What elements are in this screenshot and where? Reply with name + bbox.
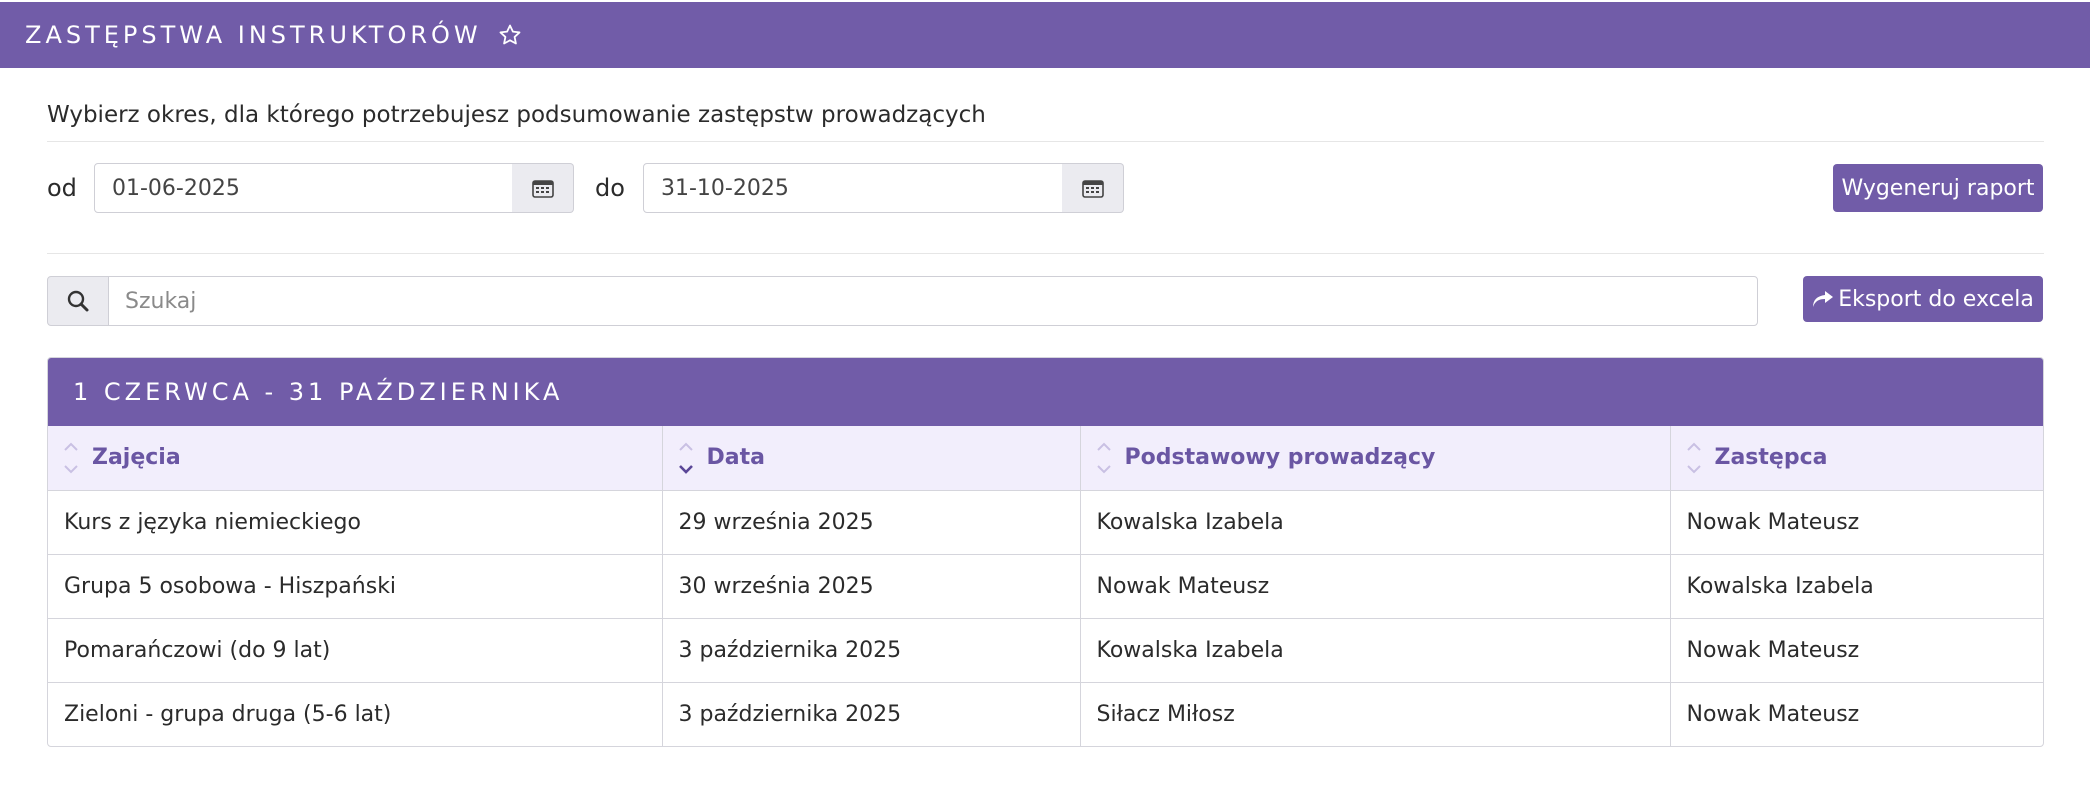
- cell-zastepca: Kowalska Izabela: [1670, 554, 2043, 619]
- cell-prowadzacy: Kowalska Izabela: [1080, 618, 1671, 683]
- sort-icon[interactable]: [60, 441, 82, 475]
- column-label: Zajęcia: [92, 445, 181, 471]
- column-header-zajecia[interactable]: Zajęcia: [48, 426, 663, 491]
- cell-data: 30 września 2025: [662, 554, 1081, 619]
- cell-zastepca: Nowak Mateusz: [1670, 618, 2043, 683]
- from-date-input[interactable]: 01-06-2025: [94, 163, 513, 213]
- cell-zajecia: Zieloni - grupa druga (5-6 lat): [48, 682, 663, 746]
- report-table: Zajęcia Data Podstawowy prowadzący Zastę…: [48, 426, 2043, 746]
- cell-data: 3 października 2025: [662, 682, 1081, 746]
- calendar-icon[interactable]: [512, 163, 574, 213]
- table-row: Kurs z języka niemieckiego 29 września 2…: [48, 490, 2043, 555]
- cell-zajecia: Grupa 5 osobowa - Hiszpański: [48, 554, 663, 619]
- column-header-data[interactable]: Data: [662, 426, 1081, 491]
- export-label: Eksport do excela: [1838, 286, 2034, 312]
- cell-zastepca: Nowak Mateusz: [1686, 701, 1860, 727]
- to-date-input[interactable]: 31-10-2025: [643, 163, 1063, 213]
- cell-prowadzacy: Siłacz Miłosz: [1080, 682, 1671, 746]
- generate-report-button[interactable]: Wygeneruj raport: [1833, 164, 2043, 212]
- sort-icon[interactable]: [1683, 441, 1705, 475]
- cell-zastepca: Nowak Mateusz: [1670, 490, 2043, 555]
- table-row: Grupa 5 osobowa - Hiszpański 30 września…: [48, 554, 2043, 619]
- cell-prowadzacy: Nowak Mateusz: [1080, 554, 1671, 619]
- search-input[interactable]: Szukaj: [108, 276, 1758, 326]
- divider: [47, 253, 2044, 254]
- cell-prowadzacy: Kowalska Izabela: [1080, 490, 1671, 555]
- column-label: Data: [706, 445, 765, 471]
- sort-icon[interactable]: [1093, 441, 1115, 475]
- search-icon: [47, 276, 109, 326]
- export-excel-button[interactable]: Eksport do excela: [1803, 276, 2043, 322]
- calendar-icon[interactable]: [1062, 163, 1124, 213]
- from-label: od: [47, 174, 77, 202]
- to-label: do: [595, 174, 625, 202]
- page-title: ZASTĘPSTWA INSTRUKTORÓW: [25, 21, 482, 49]
- cell-zajecia: Kurs z języka niemieckiego: [48, 490, 663, 555]
- cell-data: 29 września 2025: [662, 490, 1081, 555]
- star-outline-icon[interactable]: [498, 23, 522, 47]
- report-title: 1 CZERWCA - 31 PAŹDZIERNIKA: [48, 358, 2043, 426]
- column-header-zastepca[interactable]: Zastępca: [1670, 426, 2043, 491]
- top-header: ZASTĘPSTWA INSTRUKTORÓW: [0, 2, 2090, 68]
- cell-data: 3 października 2025: [662, 618, 1081, 683]
- share-arrow-icon: [1813, 291, 1834, 307]
- column-header-prowadzacy[interactable]: Podstawowy prowadzący: [1080, 426, 1671, 491]
- intro-text: Wybierz okres, dla którego potrzebujesz …: [47, 102, 986, 128]
- report-panel: 1 CZERWCA - 31 PAŹDZIERNIKA Zajęcia Data…: [47, 357, 2044, 747]
- sort-descending-icon[interactable]: [675, 441, 697, 475]
- table-header-row: Zajęcia Data Podstawowy prowadzący Zastę…: [48, 426, 2043, 491]
- table-row: Zieloni - grupa druga (5-6 lat) 3 paździ…: [48, 682, 2043, 746]
- cell-zajecia: Pomarańczowi (do 9 lat): [48, 618, 663, 683]
- column-label: Zastępca: [1714, 445, 1828, 471]
- divider: [47, 141, 2044, 142]
- column-label: Podstawowy prowadzący: [1124, 445, 1436, 471]
- table-row: Pomarańczowi (do 9 lat) 3 października 2…: [48, 618, 2043, 683]
